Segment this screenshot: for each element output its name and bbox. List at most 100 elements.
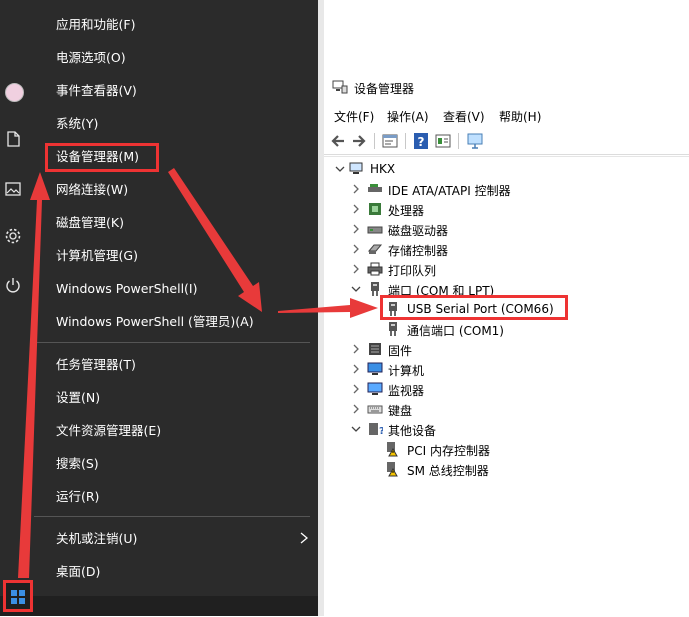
chevron-down-icon[interactable] (335, 163, 345, 175)
menu-item-apps-features[interactable]: 应用和功能(F) (26, 8, 318, 41)
menu-item-task-manager[interactable]: 任务管理器(T) (26, 348, 318, 381)
menu-item-label: 文件资源管理器(E) (56, 423, 162, 438)
chevron-right-icon[interactable] (351, 243, 361, 255)
toolbar: ? (324, 130, 689, 155)
menu-item-label: Windows PowerShell(I) (56, 281, 198, 296)
tree-node-label: HKX (370, 162, 396, 176)
menu-help[interactable]: 帮助(H) (499, 108, 541, 125)
tree-node-monitors[interactable]: 监视器 (324, 379, 689, 399)
chevron-right-icon[interactable] (351, 263, 361, 275)
tree-node-processor[interactable]: 处理器 (324, 199, 689, 219)
menu-item-powershell[interactable]: Windows PowerShell(I) (26, 272, 318, 305)
device-manager-window: 设备管理器 文件(F) 操作(A) 查看(V) 帮助(H) ? HKX IDE … (324, 70, 689, 616)
monitor-icon (367, 382, 383, 395)
menu-action[interactable]: 操作(A) (387, 108, 429, 125)
tree-node-hkx[interactable]: HKX (324, 159, 689, 179)
tree-node-computer[interactable]: 计算机 (324, 359, 689, 379)
storage-controller-icon (367, 244, 383, 254)
annotation-highlight-device-manager (45, 143, 159, 172)
device-tree: HKX IDE ATA/ATAPI 控制器 处理器 磁盘驱动器 存储控制器 打印… (324, 156, 689, 617)
chevron-right-icon[interactable] (351, 363, 361, 375)
toolbar-divider (458, 133, 459, 149)
menu-item-shutdown-signout[interactable]: 关机或注销(U) (26, 522, 318, 555)
menu-item-disk-management[interactable]: 磁盘管理(K) (26, 206, 318, 239)
chevron-right-icon[interactable] (351, 203, 361, 215)
chevron-down-icon[interactable] (351, 283, 361, 295)
annotation-highlight-start (3, 580, 33, 612)
tree-node-sm-bus-controller[interactable]: SM 总线控制器 (324, 459, 689, 479)
menu-bar: 文件(F) 操作(A) 查看(V) 帮助(H) (324, 104, 689, 128)
disk-drive-icon (367, 226, 383, 234)
chevron-right-icon[interactable] (351, 183, 361, 195)
printer-icon (367, 262, 383, 276)
tree-node-label: 计算机 (388, 364, 425, 378)
monitor-icon[interactable] (466, 132, 484, 150)
gear-icon[interactable] (4, 227, 22, 245)
menu-item-search[interactable]: 搜索(S) (26, 447, 318, 480)
tree-node-label: 键盘 (388, 404, 413, 418)
tree-node-label: 处理器 (388, 204, 425, 218)
desktop-sidebar-strip (0, 0, 26, 616)
tree-node-storage-controllers[interactable]: 存储控制器 (324, 239, 689, 259)
tree-node-label: 磁盘驱动器 (388, 224, 449, 238)
properties-icon[interactable] (381, 132, 399, 150)
annotation-highlight-usb-serial-port (380, 295, 568, 320)
menu-item-run[interactable]: 运行(R) (26, 480, 318, 513)
tree-node-print-queues[interactable]: 打印队列 (324, 259, 689, 279)
menu-item-label: 计算机管理(G) (56, 248, 138, 263)
back-arrow-icon[interactable] (329, 132, 347, 150)
warning-device-icon (387, 442, 398, 457)
menu-item-powershell-admin[interactable]: Windows PowerShell (管理员)(A) (26, 305, 318, 338)
other-devices-icon: ? (369, 423, 383, 437)
taskbar (0, 596, 320, 616)
power-icon[interactable] (4, 276, 22, 294)
tree-node-firmware[interactable]: 固件 (324, 339, 689, 359)
menu-item-event-viewer[interactable]: 事件查看器(V) (26, 74, 318, 107)
chevron-down-icon[interactable] (351, 423, 361, 435)
image-icon[interactable] (4, 180, 22, 198)
menu-item-label: 设置(N) (56, 390, 101, 405)
computer-icon (349, 162, 363, 174)
menu-item-label: 关机或注销(U) (56, 531, 138, 546)
menu-item-label: 系统(Y) (56, 116, 99, 131)
computer-monitor-icon (367, 362, 383, 375)
menu-item-label: 搜索(S) (56, 456, 99, 471)
chevron-right-icon (300, 532, 308, 544)
avatar[interactable] (5, 83, 24, 102)
toolbar-divider (374, 133, 375, 149)
tree-node-other-devices[interactable]: ? 其他设备 (324, 419, 689, 439)
tree-node-label: PCI 内存控制器 (407, 444, 490, 458)
menu-item-label: 应用和功能(F) (56, 17, 136, 32)
tree-node-com1[interactable]: 通信端口 (COM1) (324, 319, 689, 339)
menu-item-label: 桌面(D) (56, 564, 101, 579)
port-icon (389, 322, 397, 336)
window-title: 设备管理器 (354, 82, 415, 96)
menu-item-settings[interactable]: 设置(N) (26, 381, 318, 414)
chevron-right-icon[interactable] (351, 383, 361, 395)
document-icon[interactable] (4, 130, 22, 148)
menu-item-power-options[interactable]: 电源选项(O) (26, 41, 318, 74)
view-icon[interactable] (434, 132, 452, 150)
device-manager-icon (332, 80, 348, 94)
menu-item-label: 任务管理器(T) (56, 357, 136, 372)
tree-node-disk-drives[interactable]: 磁盘驱动器 (324, 219, 689, 239)
menu-item-file-explorer[interactable]: 文件资源管理器(E) (26, 414, 318, 447)
toolbar-divider (405, 133, 406, 149)
menu-item-desktop[interactable]: 桌面(D) (26, 555, 318, 588)
chevron-right-icon[interactable] (351, 403, 361, 415)
tree-node-ide[interactable]: IDE ATA/ATAPI 控制器 (324, 179, 689, 199)
warning-device-icon (387, 462, 398, 477)
processor-icon (369, 203, 381, 215)
menu-item-system[interactable]: 系统(Y) (26, 107, 318, 140)
tree-node-pci-memory-controller[interactable]: PCI 内存控制器 (324, 439, 689, 459)
menu-item-network-connections[interactable]: 网络连接(W) (26, 173, 318, 206)
menu-item-computer-management[interactable]: 计算机管理(G) (26, 239, 318, 272)
menu-view[interactable]: 查看(V) (443, 108, 485, 125)
tree-node-keyboards[interactable]: 键盘 (324, 399, 689, 419)
svg-text:?: ? (418, 135, 425, 149)
help-icon[interactable]: ? (412, 132, 430, 150)
forward-arrow-icon[interactable] (350, 132, 368, 150)
menu-file[interactable]: 文件(F) (334, 108, 374, 125)
chevron-right-icon[interactable] (351, 343, 361, 355)
chevron-right-icon[interactable] (351, 223, 361, 235)
